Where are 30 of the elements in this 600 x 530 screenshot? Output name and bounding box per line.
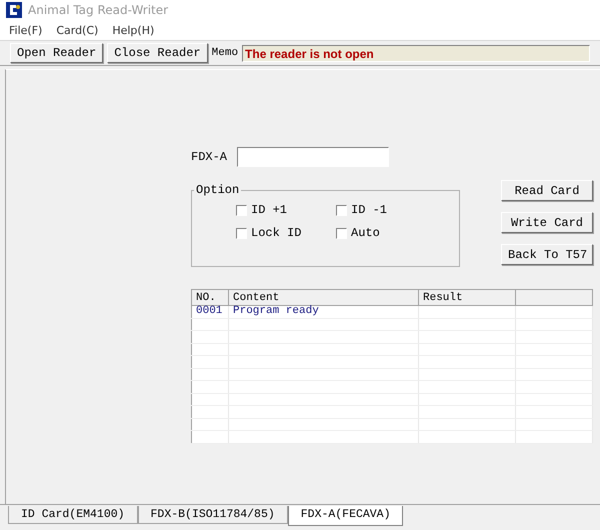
tab[interactable]: FDX-B(ISO11784/85) bbox=[138, 506, 288, 524]
column-header[interactable]: Result bbox=[418, 290, 516, 306]
checkbox-label: Lock ID bbox=[251, 226, 302, 240]
menu-item[interactable]: Card(C) bbox=[56, 24, 98, 36]
toolbar-button[interactable]: Close Reader bbox=[107, 43, 208, 63]
action-button[interactable]: Write Card bbox=[501, 212, 593, 233]
checkbox[interactable] bbox=[236, 204, 247, 216]
checkbox[interactable] bbox=[336, 228, 347, 238]
field-label: FDX-A bbox=[191, 150, 228, 164]
group-title: Option bbox=[195, 183, 240, 197]
table-cell: Program ready bbox=[228, 306, 418, 318]
memo-field: The reader is not open bbox=[242, 44, 590, 62]
action-button[interactable]: Read Card bbox=[501, 180, 593, 201]
action-button[interactable]: Back To T57 bbox=[501, 244, 593, 265]
tag-id-field[interactable] bbox=[237, 147, 390, 167]
toolbar-button[interactable]: Open Reader bbox=[10, 43, 104, 63]
checkbox[interactable] bbox=[236, 228, 247, 238]
column-header[interactable]: Content bbox=[228, 290, 418, 306]
checkbox[interactable] bbox=[336, 204, 347, 216]
checkbox-label: ID -1 bbox=[351, 203, 388, 217]
tab[interactable]: ID Card(EM4100) bbox=[8, 506, 138, 524]
menu-item[interactable]: File(F) bbox=[9, 24, 42, 36]
table-cell: 0001 bbox=[192, 306, 228, 318]
memo-label: Memo bbox=[212, 47, 238, 59]
window-title: Animal Tag Read-Writer bbox=[28, 3, 168, 17]
checkbox-label: Auto bbox=[351, 226, 380, 240]
menu-item[interactable]: Help(H) bbox=[112, 24, 154, 36]
tab[interactable]: FDX-A(FECAVA) bbox=[288, 506, 404, 526]
checkbox-label: ID +1 bbox=[251, 203, 288, 217]
column-header[interactable]: NO. bbox=[192, 290, 228, 306]
